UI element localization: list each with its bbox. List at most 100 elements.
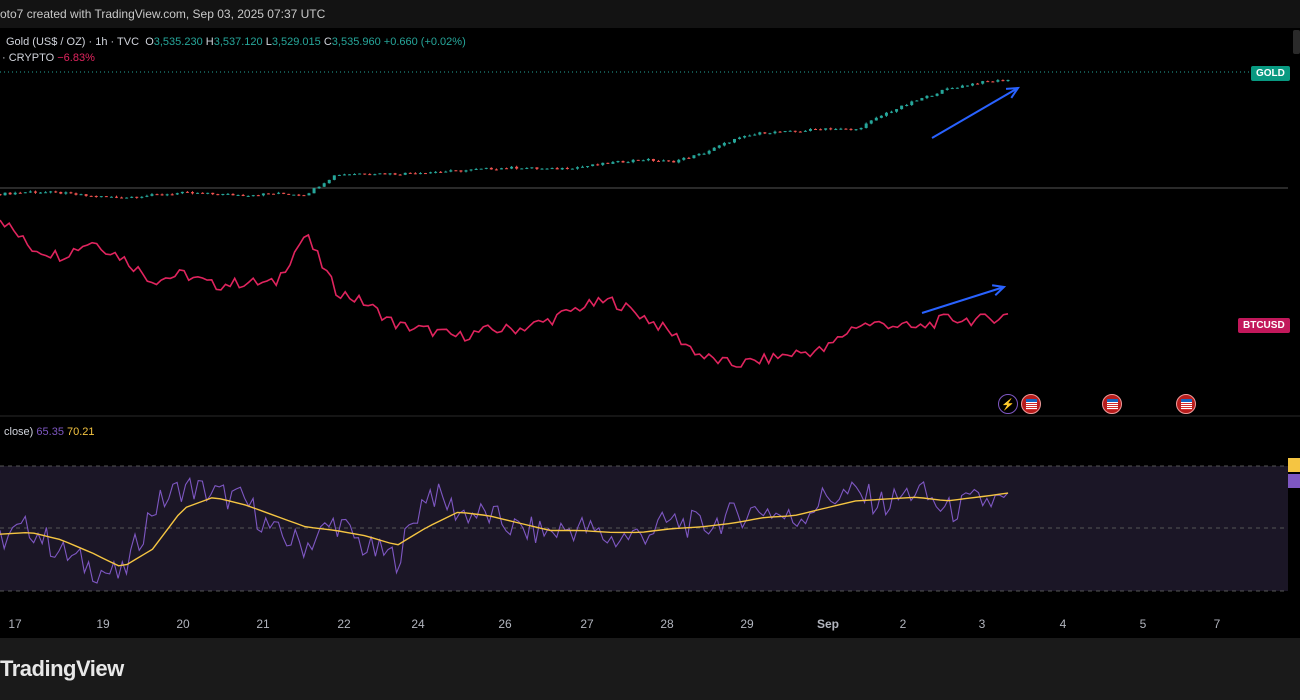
gold-candle [732, 138, 736, 143]
gold-candle [140, 196, 144, 198]
gold-candle [33, 191, 37, 193]
gold-candle [150, 194, 154, 196]
gold-candle [783, 131, 787, 133]
gold-candle [459, 170, 463, 172]
chart-area[interactable]: 17 19 20 21 22 24 26 27 28 29 Sep 2 3 4 5 7 Gold (US$ /… [0, 28, 1300, 638]
gold-candle [591, 164, 595, 167]
gold-candle [418, 173, 422, 175]
gold-candle [388, 173, 392, 175]
gold-candle [935, 93, 939, 96]
gold-candle [971, 83, 975, 86]
x-tick-label: 29 [740, 617, 754, 631]
gold-candle [550, 168, 554, 170]
compare-symbol[interactable]: · CRYPTO [2, 52, 54, 64]
gold-candle [692, 155, 696, 159]
gold-candle [190, 192, 194, 194]
legend-symbol[interactable]: Gold (US$ / OZ) · 1h · TVC [6, 36, 139, 48]
gold-candle [413, 173, 417, 175]
gold-candle [241, 194, 245, 197]
gold-candle [272, 193, 276, 195]
gold-candle [196, 192, 200, 194]
x-tick-label: 27 [580, 617, 594, 631]
gold-candle [530, 167, 534, 169]
gold-candle [378, 173, 382, 175]
gold-candle [44, 192, 48, 194]
x-tick-label: 24 [411, 617, 425, 631]
gold-candle [682, 157, 686, 160]
gold-price-tag: GOLD [1251, 66, 1290, 81]
gold-candle [945, 88, 949, 90]
x-tick-label: 21 [256, 617, 270, 631]
gold-candle [510, 166, 514, 169]
gold-candle [79, 194, 83, 196]
gold-candle [636, 159, 640, 161]
gold-candle [844, 128, 848, 130]
gold-candle [454, 170, 458, 172]
rsi-label[interactable]: close) [4, 426, 33, 438]
gold-candle [505, 168, 509, 170]
gold-candle [722, 142, 726, 146]
gold-candle [429, 172, 433, 174]
gold-candle [363, 173, 367, 175]
gold-candle [570, 168, 574, 170]
gold-candle [793, 130, 797, 132]
gold-candle [758, 132, 762, 135]
gold-candle [484, 167, 488, 169]
gold-candle [69, 192, 73, 194]
gold-candle [261, 193, 265, 196]
compare-legend: · CRYPTO −6.83% [2, 52, 95, 64]
gold-candle [317, 186, 321, 189]
gold-candle [185, 191, 189, 193]
gold-candle [74, 193, 78, 195]
legend-low: 3,529.015 [271, 36, 321, 48]
gold-candle [251, 195, 255, 197]
gold-candle [611, 162, 615, 164]
gold-candle [965, 85, 969, 87]
x-tick-label: 2 [900, 617, 907, 631]
us-flag-icon[interactable] [1176, 394, 1196, 414]
gold-candle [565, 168, 569, 170]
gold-candle [869, 120, 873, 124]
gold-candle [115, 196, 119, 198]
gold-candle [763, 132, 767, 134]
gold-candle [327, 179, 331, 184]
gold-candle [23, 192, 27, 194]
gold-candle [368, 174, 372, 176]
legend-close: 3,535.960 [331, 36, 381, 48]
gold-candle [155, 194, 159, 196]
gold-candle [555, 168, 559, 170]
gold-candle [120, 197, 124, 199]
gold-candle [915, 100, 919, 102]
gold-candle [677, 159, 681, 163]
tradingview-brand[interactable]: TradingView [0, 656, 124, 682]
chart-canvas[interactable]: 17 19 20 21 22 24 26 27 28 29 Sep 2 3 4 5 7 [0, 28, 1300, 638]
gold-candle [631, 159, 635, 163]
us-flag-icon[interactable] [1102, 394, 1122, 414]
gold-candle [494, 169, 498, 171]
gold-candle [824, 128, 828, 130]
gold-candle [54, 191, 58, 193]
gold-candle [834, 129, 838, 131]
gold-candle [545, 168, 549, 170]
gold-candle [28, 191, 32, 193]
gold-candle [180, 191, 184, 194]
legend-open: 3,535.230 [153, 36, 203, 48]
gold-candle [449, 170, 453, 172]
gold-candle [474, 168, 478, 170]
gold-candle [89, 195, 93, 197]
gold-candle [621, 161, 625, 163]
gold-candle [322, 183, 326, 187]
gold-candle [109, 196, 113, 198]
x-tick-label: 19 [96, 617, 110, 631]
lightning-icon[interactable]: ⚡ [998, 394, 1018, 414]
gold-candle [211, 192, 215, 195]
gold-candle [84, 194, 88, 196]
us-flag-icon[interactable] [1021, 394, 1041, 414]
gold-candle [596, 164, 600, 166]
gold-candle [256, 195, 260, 197]
gold-candle [99, 196, 103, 198]
gold-candle [439, 171, 443, 173]
x-tick-label: 28 [660, 617, 674, 631]
gold-candle [839, 128, 843, 130]
gold-candle [216, 194, 220, 196]
